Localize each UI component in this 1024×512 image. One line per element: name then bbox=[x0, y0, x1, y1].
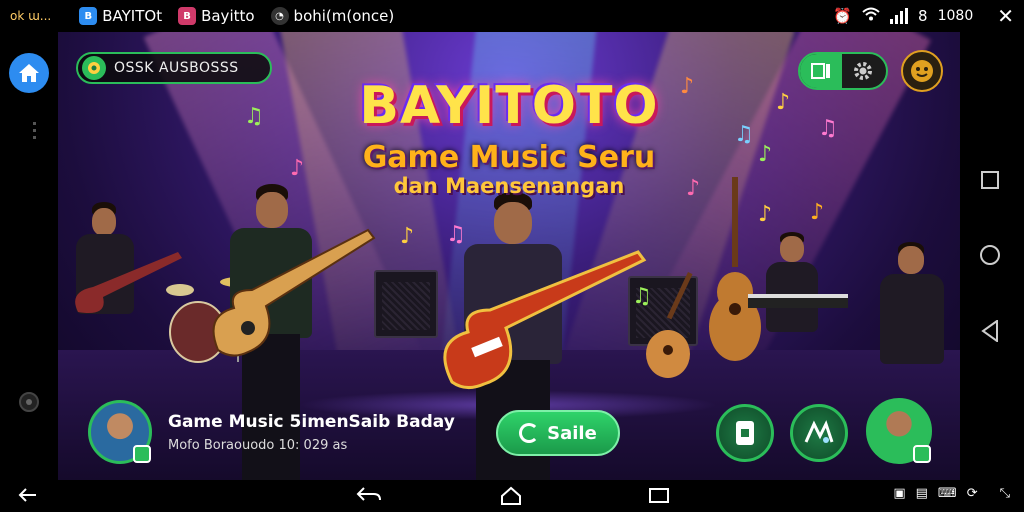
alarm-icon: ⏰ bbox=[833, 7, 853, 25]
app-badge-icon: B bbox=[178, 7, 197, 25]
game-subtitle-2: dan Maensenangan bbox=[393, 174, 625, 198]
expand-icon[interactable]: ⤡ bbox=[1000, 486, 1010, 501]
game-screen[interactable]: ♫ ♪ ♪ ♫ ♪ ♫ ♪ ♪ ♫ ♪ ♪ ♪ ♫ BAYITOTO Game … bbox=[58, 32, 960, 480]
back-nav-button[interactable] bbox=[981, 320, 999, 342]
close-icon[interactable]: ✕ bbox=[997, 4, 1014, 28]
status-app-3: ◔ bohi(m(once) bbox=[270, 7, 395, 25]
camera-icon bbox=[19, 392, 39, 412]
clock-text: 1080 bbox=[937, 8, 974, 24]
song-meta: Mofo Boraouodo 10: 029 as bbox=[168, 438, 348, 453]
info-pill[interactable]: OSSK AUSBOSSS bbox=[76, 52, 272, 84]
coin-icon bbox=[82, 56, 106, 80]
badge-icon bbox=[133, 445, 151, 463]
signal-icon bbox=[890, 8, 909, 24]
badge-icon bbox=[913, 445, 931, 463]
share-button[interactable] bbox=[716, 404, 774, 462]
game-subtitle: Game Music Seru bbox=[362, 140, 656, 175]
music-note-icon: ♪ bbox=[758, 202, 773, 227]
music-note-icon: ♫ bbox=[632, 284, 652, 309]
status-app-label: BAYITOt bbox=[102, 7, 163, 25]
back-icon[interactable] bbox=[18, 486, 38, 504]
home-nav-icon[interactable] bbox=[500, 486, 522, 506]
song-title: Game Music 5imenSaib Baday bbox=[168, 412, 455, 432]
gear-icon bbox=[854, 62, 872, 80]
video-icon bbox=[811, 63, 830, 79]
clipboard-icon[interactable]: ▤ bbox=[916, 486, 928, 501]
battery-level: 8 bbox=[918, 7, 928, 25]
nav-quick-icons: ▣ ▤ ⌨ ⟳ ⤡ bbox=[893, 486, 1010, 501]
avatar[interactable] bbox=[88, 400, 152, 464]
status-app-label: Bayitto bbox=[201, 7, 255, 25]
right-navbar bbox=[960, 32, 1024, 480]
info-label: OSSK AUSBOSSS bbox=[114, 60, 239, 76]
status-bar: ok ɯ... B BAYITOt B Bayitto ◔ bohi(m(onc… bbox=[0, 0, 1024, 32]
video-button[interactable] bbox=[800, 54, 842, 88]
home-nav-button[interactable] bbox=[980, 245, 1000, 265]
settings-button[interactable] bbox=[842, 54, 884, 88]
face-icon bbox=[911, 60, 933, 82]
status-app-1: B BAYITOt bbox=[79, 7, 162, 25]
play-button[interactable]: Saile bbox=[496, 410, 620, 456]
status-label: ok ɯ... bbox=[10, 9, 52, 23]
music-note-icon: ♪ bbox=[810, 200, 825, 225]
player-avatar[interactable] bbox=[866, 398, 932, 464]
recents-icon[interactable] bbox=[648, 486, 670, 504]
screenshot-icon[interactable]: ▣ bbox=[893, 486, 905, 501]
music-icon bbox=[804, 420, 834, 443]
drag-handle[interactable] bbox=[33, 122, 36, 140]
navigation-bar: ▣ ▤ ⌨ ⟳ ⤡ bbox=[0, 480, 1024, 512]
play-label: Saile bbox=[547, 422, 597, 444]
recents-button[interactable] bbox=[981, 171, 999, 189]
share-icon bbox=[736, 421, 754, 445]
wifi-icon bbox=[862, 7, 880, 25]
back-arrow-icon[interactable] bbox=[356, 486, 382, 504]
status-app-label: bohi(m(once) bbox=[293, 7, 395, 25]
keyboard-icon[interactable]: ⌨ bbox=[938, 486, 957, 501]
refresh-icon[interactable]: ⟳ bbox=[967, 486, 978, 501]
music-note-icon: ♪ bbox=[400, 224, 415, 249]
home-button[interactable] bbox=[9, 53, 49, 93]
emoji-button[interactable] bbox=[901, 50, 943, 92]
music-note-icon: ♫ bbox=[446, 222, 466, 247]
status-app-2: B Bayitto bbox=[178, 7, 255, 25]
app-badge-icon: B bbox=[79, 7, 98, 25]
home-icon bbox=[19, 64, 39, 82]
music-button[interactable] bbox=[790, 404, 848, 462]
left-sidebar bbox=[0, 32, 58, 480]
control-pill bbox=[798, 52, 888, 90]
app-badge-icon: ◔ bbox=[270, 7, 289, 25]
refresh-icon bbox=[519, 423, 540, 443]
